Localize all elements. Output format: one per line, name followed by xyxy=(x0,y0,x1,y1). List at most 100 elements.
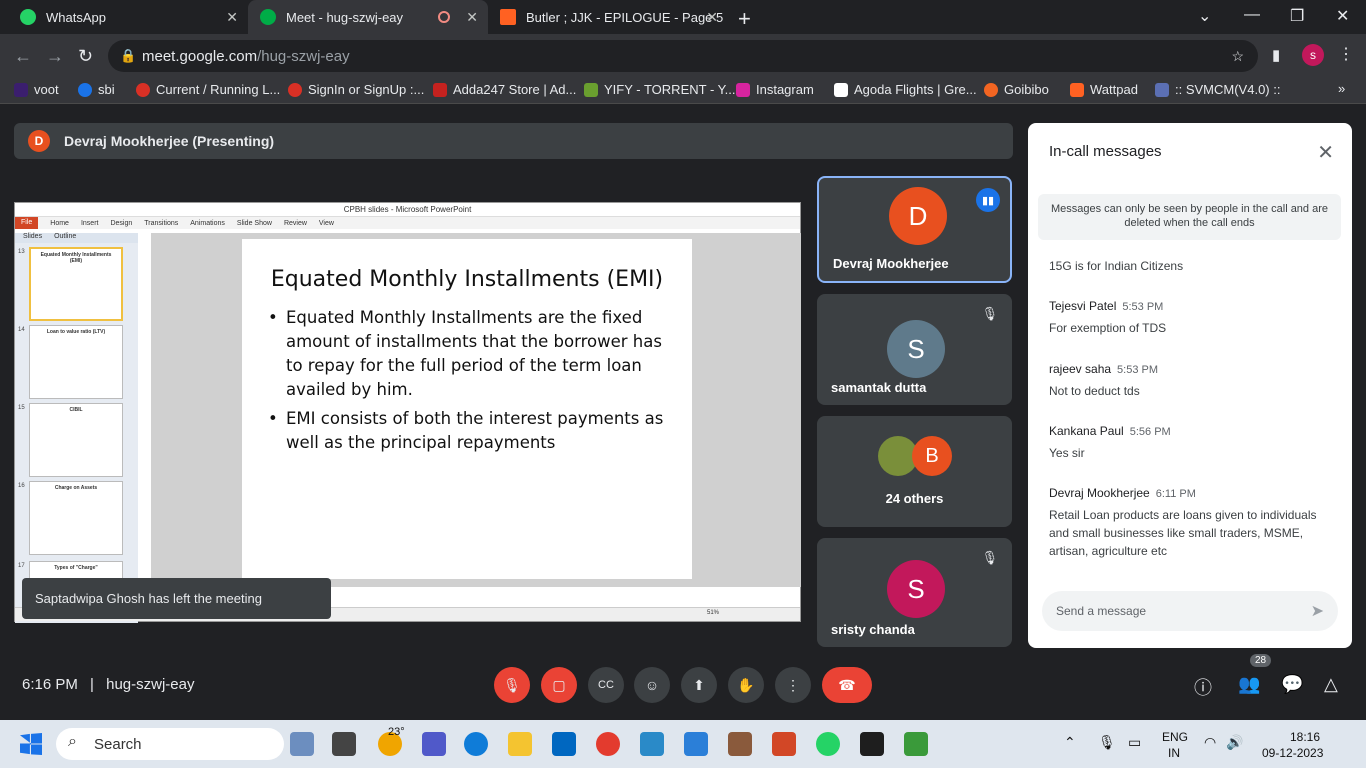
bookmark-yify[interactable]: YIFY - TORRENT - Y... xyxy=(584,82,736,97)
clock-time[interactable]: 18:16 xyxy=(1290,730,1320,744)
microphone-tray-icon[interactable]: 🎙 xyxy=(1098,734,1116,751)
bookmark-current[interactable]: Current / Running L... xyxy=(136,82,280,97)
back-icon[interactable]: ← xyxy=(14,46,32,67)
leave-call-button[interactable]: ☎ xyxy=(822,667,872,703)
participant-avatar: D xyxy=(889,187,947,245)
powerpoint-icon[interactable] xyxy=(772,732,796,756)
ppt-ribbon: File Home Insert Design Transitions Anim… xyxy=(15,217,800,229)
chat-sender: Tejesvi Patel xyxy=(1049,299,1117,313)
participant-avatar: B xyxy=(912,436,952,476)
vscode-icon[interactable] xyxy=(684,732,708,756)
restore-icon[interactable]: ❐ xyxy=(1290,6,1304,26)
reload-icon[interactable]: ↻ xyxy=(78,46,93,67)
chrome-icon[interactable] xyxy=(596,732,620,756)
participant-tile[interactable]: D ▮▮ Devraj Mookherjee xyxy=(817,176,1012,283)
slide-bullet: EMI consists of both the interest paymen… xyxy=(268,407,672,455)
close-tab-icon[interactable]: ✕ xyxy=(706,9,718,26)
thumb-number: 14 xyxy=(18,327,25,333)
close-window-icon[interactable]: ✕ xyxy=(1336,6,1349,26)
ribbon-tab-view: View xyxy=(318,219,334,227)
ribbon-tab-insert: Insert xyxy=(80,219,99,227)
minimize-icon[interactable]: — xyxy=(1244,6,1260,24)
volume-icon[interactable]: 🔊 xyxy=(1226,734,1243,751)
participant-tile[interactable]: S 🎙 sristy chanda xyxy=(817,538,1012,647)
more-options-button[interactable]: ⋮ xyxy=(775,667,811,703)
task-view-icon[interactable] xyxy=(332,732,356,756)
mic-off-button[interactable]: 🎙 xyxy=(494,667,530,703)
file-explorer-icon[interactable] xyxy=(508,732,532,756)
thumb-number: 16 xyxy=(18,483,25,489)
forward-icon[interactable]: → xyxy=(46,46,64,67)
terminal-icon[interactable] xyxy=(860,732,884,756)
chat-message: rajeev saha 5:53 PM Not to deduct tds xyxy=(1049,362,1159,398)
slide-thumbnail: Equated Monthly Installments (EMI) xyxy=(29,247,123,321)
captions-button[interactable]: CC xyxy=(588,667,624,703)
bookmark-instagram[interactable]: Instagram xyxy=(736,82,814,97)
profile-avatar[interactable]: s xyxy=(1302,44,1324,66)
tab-meet[interactable]: Meet - hug-szwj-eay ✕ xyxy=(248,0,488,34)
chat-icon[interactable]: 💬 xyxy=(1281,674,1303,695)
mail-icon[interactable] xyxy=(552,732,576,756)
chat-time: 5:56 PM xyxy=(1129,426,1171,438)
slides-pane: Slides Outline 13 Equated Monthly Instal… xyxy=(15,233,138,623)
windows-start-icon[interactable] xyxy=(20,733,42,755)
close-chat-icon[interactable]: ✕ xyxy=(1317,140,1334,165)
bookmark-signin[interactable]: SignIn or SignUp :... xyxy=(288,82,424,97)
activities-icon[interactable]: △ xyxy=(1324,674,1338,695)
node-icon[interactable] xyxy=(904,732,928,756)
new-tab-icon[interactable]: + xyxy=(738,6,751,32)
address-bar[interactable]: 🔒 meet.google.com/hug-szwj-eay ☆ xyxy=(108,40,1258,72)
bookmark-wattpad[interactable]: Wattpad xyxy=(1070,82,1138,97)
bookmark-star-icon[interactable]: ☆ xyxy=(1231,48,1244,65)
chat-input[interactable]: Send a message ➤ xyxy=(1042,591,1338,631)
bookmark-voot[interactable]: voot xyxy=(14,82,59,97)
teams-icon[interactable] xyxy=(422,732,446,756)
meet-stage: D Devraj Mookherjee (Presenting) CPBH sl… xyxy=(0,104,1366,720)
browser-tab-bar: WhatsApp ✕ Meet - hug-szwj-eay ✕ Butler … xyxy=(0,0,1366,34)
meeting-details-icon[interactable]: ⓘ xyxy=(1194,674,1212,700)
menu-kebab-icon[interactable]: ⋮ xyxy=(1338,44,1354,64)
camera-off-button[interactable]: ▢ xyxy=(541,667,577,703)
ribbon-tab-design: Design xyxy=(110,219,133,227)
close-tab-icon[interactable]: ✕ xyxy=(226,9,238,26)
taskbar-search[interactable]: ⌕ Search xyxy=(56,728,284,760)
tab-search-chevron-icon[interactable]: ⌄ xyxy=(1198,6,1211,26)
display-tray-icon[interactable]: ▭ xyxy=(1128,734,1141,751)
raise-hand-button[interactable]: ✋ xyxy=(728,667,764,703)
emoji-button[interactable]: ☺ xyxy=(634,667,670,703)
wifi-icon[interactable]: ◠ xyxy=(1204,734,1216,751)
bookmark-sbi[interactable]: sbi xyxy=(78,82,115,97)
whatsapp-icon[interactable] xyxy=(816,732,840,756)
tray-chevron-icon[interactable]: ⌃ xyxy=(1064,734,1076,751)
tab-title: Butler ; JJK - EPILOGUE - Page 5 xyxy=(526,9,724,25)
present-button[interactable]: ⬆ xyxy=(681,667,717,703)
input-language[interactable]: ENG xyxy=(1162,730,1188,744)
chat-title: In-call messages xyxy=(1049,143,1162,160)
tab-whatsapp[interactable]: WhatsApp ✕ xyxy=(8,0,248,34)
participant-avatar: S xyxy=(887,320,945,378)
bookmark-adda247[interactable]: Adda247 Store | Ad... xyxy=(433,82,576,97)
bookmark-goibibo[interactable]: Goibibo xyxy=(984,82,1049,97)
bookmark-agoda[interactable]: Agoda Flights | Gre... xyxy=(834,82,977,97)
side-panel-icon[interactable]: ▮ xyxy=(1272,46,1280,64)
ribbon-tab-home: Home xyxy=(50,219,69,227)
participant-tile[interactable]: S 🎙 samantak dutta xyxy=(817,294,1012,405)
chat-sender: Devraj Mookherjee xyxy=(1049,486,1150,500)
edge-icon[interactable] xyxy=(464,732,488,756)
close-tab-icon[interactable]: ✕ xyxy=(466,9,478,26)
pane-tab-slides: Slides xyxy=(23,233,43,240)
app-icon[interactable] xyxy=(728,732,752,756)
speaking-indicator-icon: ▮▮ xyxy=(976,188,1000,212)
chat-time: 5:53 PM xyxy=(1122,301,1164,313)
ribbon-tab-animations: Animations xyxy=(190,219,225,227)
send-icon[interactable]: ➤ xyxy=(1311,601,1324,621)
whatsapp-icon xyxy=(20,9,36,25)
tab-butler[interactable]: Butler ; JJK - EPILOGUE - Page 5 ✕ xyxy=(488,0,728,34)
others-tile[interactable]: B 24 others xyxy=(817,416,1012,527)
bookmarks-overflow-icon[interactable]: » xyxy=(1338,81,1345,96)
people-icon[interactable]: 👥 xyxy=(1238,674,1260,695)
bookmark-svmcm[interactable]: :: SVMCM(V4.0) :: xyxy=(1155,82,1280,97)
address-toolbar: ← → ↻ 🔒 meet.google.com/hug-szwj-eay ☆ ▮… xyxy=(0,34,1366,78)
copilot-icon[interactable] xyxy=(290,732,314,756)
remote-desktop-icon[interactable] xyxy=(640,732,664,756)
